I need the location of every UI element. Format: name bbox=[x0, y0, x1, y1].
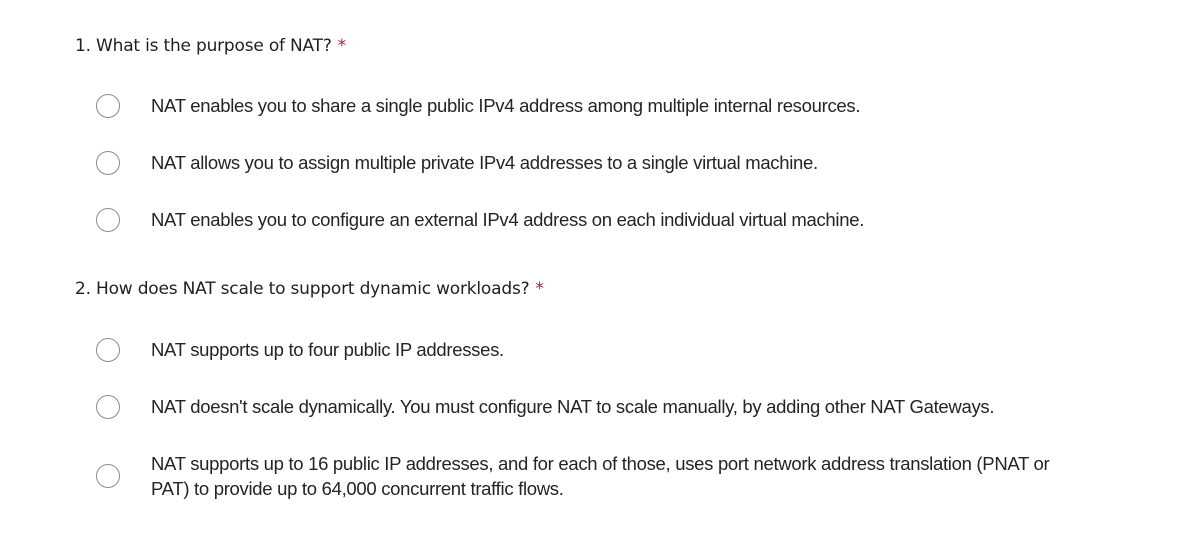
radio-button[interactable] bbox=[96, 337, 120, 362]
question-text: 1. What is the purpose of NAT? bbox=[75, 36, 332, 56]
question-2-title: 2. How does NAT scale to support dynamic… bbox=[75, 279, 544, 299]
option-label: NAT enables you to share a single public… bbox=[151, 95, 861, 116]
option-label: NAT supports up to four public IP addres… bbox=[151, 339, 504, 360]
q2-option-2[interactable]: NAT doesn't scale dynamically. You must … bbox=[96, 394, 1096, 419]
radio-button[interactable] bbox=[96, 93, 120, 118]
radio-button[interactable] bbox=[96, 394, 120, 419]
question-text: 2. How does NAT scale to support dynamic… bbox=[75, 279, 530, 299]
option-label: NAT doesn't scale dynamically. You must … bbox=[151, 396, 995, 417]
question-1-title: 1. What is the purpose of NAT? * bbox=[75, 36, 346, 56]
radio-button[interactable] bbox=[96, 207, 120, 232]
q1-option-1[interactable]: NAT enables you to share a single public… bbox=[96, 93, 1096, 118]
radio-button[interactable] bbox=[96, 464, 120, 488]
required-asterisk: * bbox=[337, 36, 347, 56]
option-label: NAT allows you to assign multiple privat… bbox=[151, 152, 818, 173]
required-asterisk: * bbox=[535, 279, 544, 299]
q2-option-3[interactable]: NAT supports up to 16 public IP addresse… bbox=[96, 451, 1056, 501]
option-label: NAT enables you to configure an external… bbox=[151, 209, 865, 230]
q1-option-2[interactable]: NAT allows you to assign multiple privat… bbox=[96, 150, 1096, 175]
option-label: NAT supports up to 16 public IP addresse… bbox=[151, 453, 1050, 499]
q2-option-1[interactable]: NAT supports up to four public IP addres… bbox=[96, 337, 1096, 362]
radio-button[interactable] bbox=[96, 150, 120, 175]
q1-option-3[interactable]: NAT enables you to configure an external… bbox=[96, 207, 1096, 232]
